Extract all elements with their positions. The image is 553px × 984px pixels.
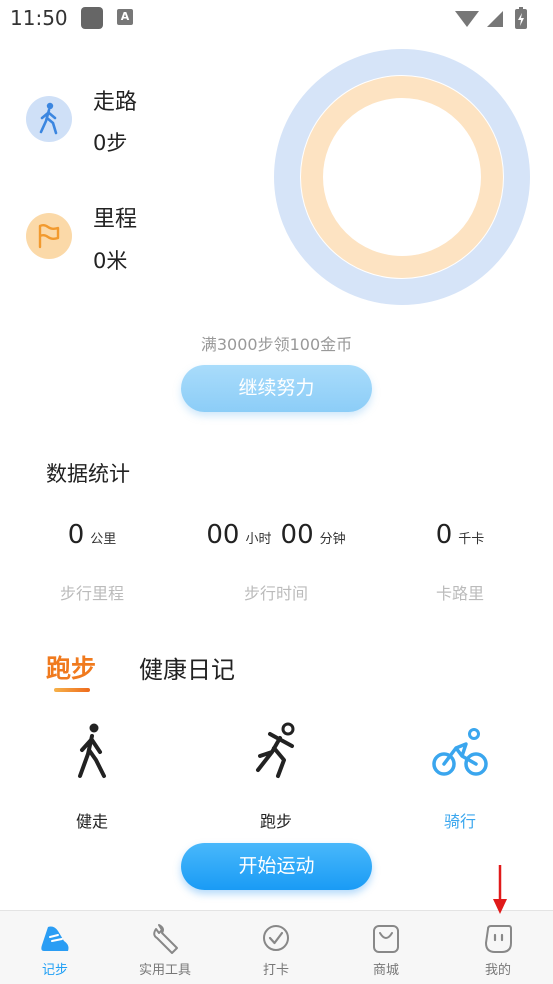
walk-time-stat: 00 小时 00 分钟 — [184, 520, 368, 550]
walk-distance-stat: 0 公里 — [0, 520, 184, 550]
sport-run-option[interactable] — [246, 722, 306, 782]
nav-item-checkin[interactable]: 打卡 — [221, 911, 331, 984]
shopping-bag-icon — [373, 925, 399, 953]
bicycle-icon — [432, 728, 488, 776]
distance-value: 0米 — [93, 249, 128, 273]
walk-label: 走路 — [93, 90, 138, 115]
walk-distance-number: 0 — [67, 520, 85, 550]
minutes-number: 00 — [280, 520, 314, 550]
status-time: 11:50 — [10, 6, 68, 30]
active-tab-indicator — [54, 688, 90, 692]
step-progress-ring — [274, 49, 530, 305]
running-figure-icon — [256, 722, 295, 778]
nav-item-mall[interactable]: 商城 — [331, 911, 441, 984]
nav-label-step: 记步 — [41, 963, 68, 978]
text-notification-icon: A — [117, 9, 133, 25]
nav-item-mine[interactable]: 我的 — [443, 911, 553, 984]
nav-label-mine: 我的 — [484, 963, 511, 978]
walker-icon — [26, 96, 72, 142]
shoe-icon — [41, 926, 69, 951]
calories-label: 卡路里 — [435, 584, 484, 603]
walk-steps-value: 0步 — [93, 131, 128, 155]
start-exercise-button[interactable]: 开始运动 — [181, 843, 372, 890]
sport-run-label: 跑步 — [259, 812, 292, 831]
minutes-unit: 分钟 — [319, 532, 346, 547]
bottom-nav: 记步 实用工具 打卡 商城 我的 — [0, 910, 553, 984]
nav-label-tools: 实用工具 — [138, 963, 191, 978]
sport-walk-option[interactable] — [62, 722, 122, 782]
signal-battery-icon — [455, 7, 527, 29]
checkmark-shield-icon — [263, 925, 289, 951]
walking-figure-icon — [78, 723, 106, 778]
tab-running[interactable]: 跑步 — [46, 649, 96, 685]
sport-cycle-label: 骑行 — [443, 812, 476, 831]
flag-icon — [26, 213, 72, 259]
calories-stat: 0 千卡 — [368, 520, 552, 550]
nav-item-step[interactable]: 记步 — [0, 911, 110, 984]
distance-label: 里程 — [93, 207, 138, 232]
walk-distance-unit: 公里 — [90, 532, 117, 547]
tab-health-diary[interactable]: 健康日记 — [139, 650, 235, 685]
calories-unit: 千卡 — [458, 532, 485, 547]
nav-label-mall: 商城 — [372, 963, 399, 978]
nav-label-checkin: 打卡 — [262, 963, 289, 978]
face-bubble-icon — [484, 925, 512, 953]
hours-number: 00 — [206, 520, 240, 550]
nav-item-tools[interactable]: 实用工具 — [110, 911, 220, 984]
hours-unit: 小时 — [245, 532, 272, 547]
wrench-icon — [153, 924, 178, 954]
walk-distance-label: 步行里程 — [59, 584, 124, 603]
data-stats-title: 数据统计 — [46, 462, 130, 486]
sport-cycle-option[interactable] — [430, 722, 490, 782]
goal-text: 满3000步领100金币 — [200, 335, 353, 354]
notification-square-icon — [81, 7, 103, 29]
sport-walk-label: 健走 — [75, 812, 108, 831]
continue-button[interactable]: 继续努力 — [181, 365, 372, 412]
calories-number: 0 — [435, 520, 453, 550]
status-bar: 11:50 A — [0, 0, 553, 38]
walk-time-label: 步行时间 — [243, 584, 308, 603]
red-arrow-icon — [493, 865, 507, 914]
